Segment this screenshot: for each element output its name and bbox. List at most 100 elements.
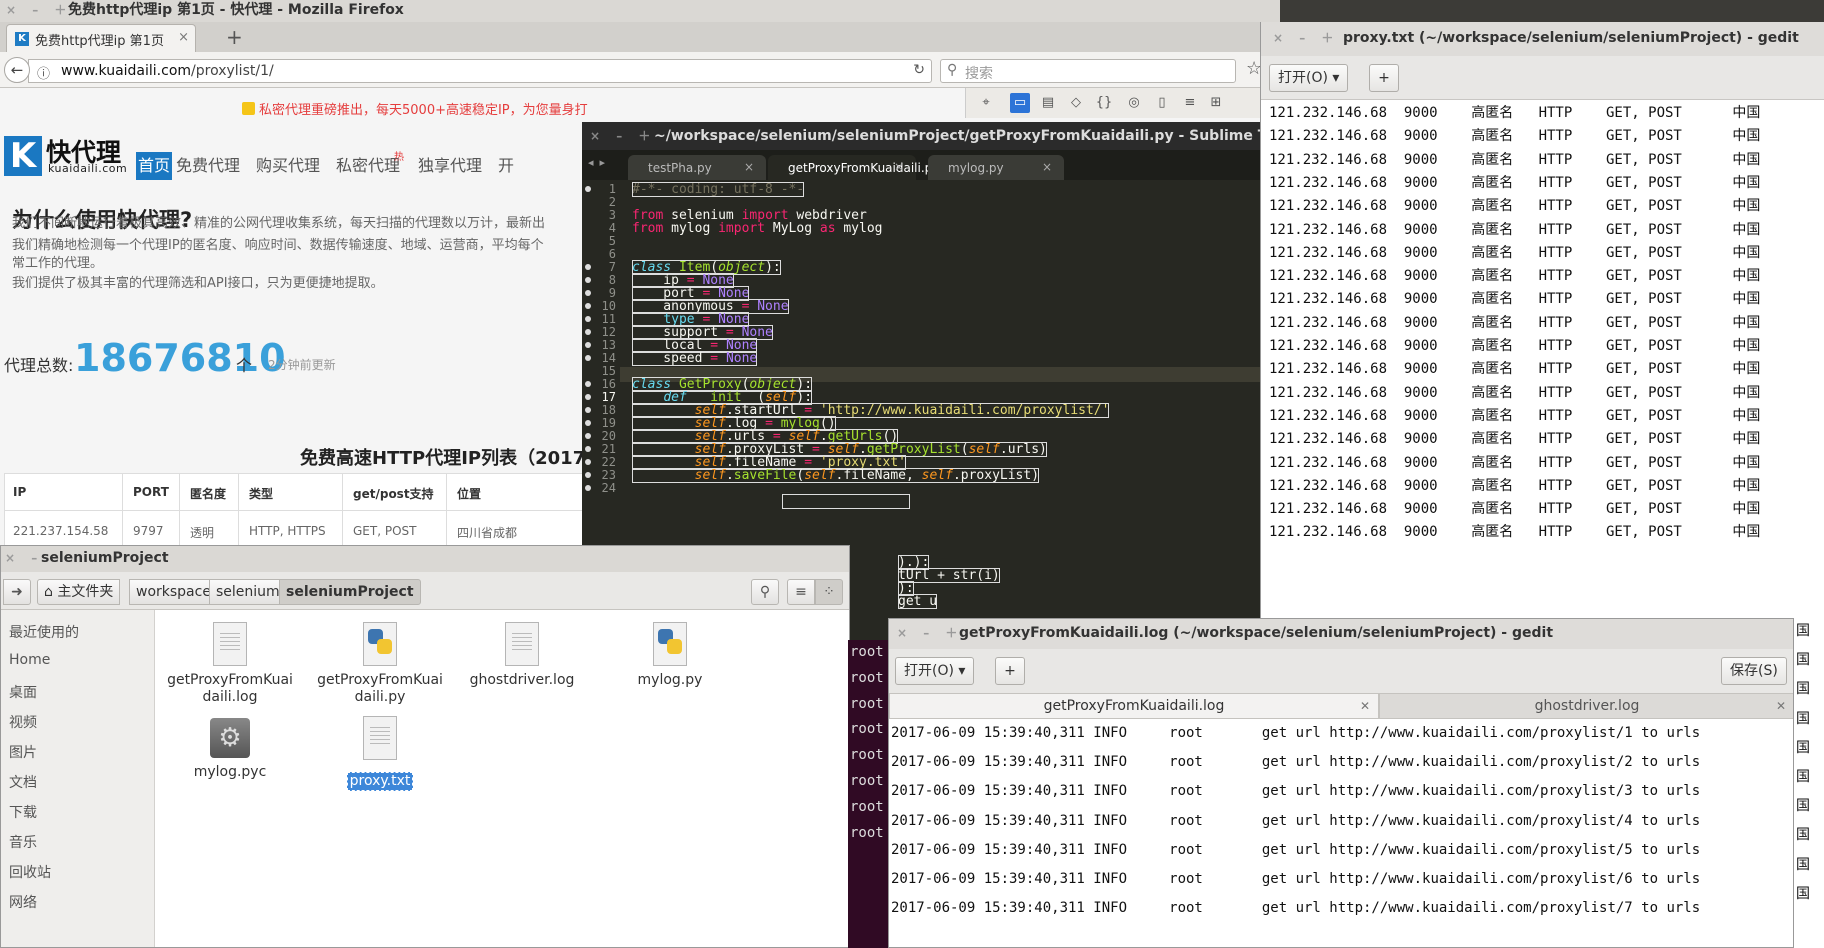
window-controls[interactable]: × – ＋ bbox=[6, 0, 72, 21]
nav-free-proxy[interactable]: 免费代理 bbox=[176, 152, 240, 180]
crumb-seleniumproject[interactable]: seleniumProject bbox=[279, 579, 421, 605]
open-button[interactable]: 打开(O) ▾ bbox=[1269, 64, 1349, 92]
open-button[interactable]: 打开(O) ▾ bbox=[895, 657, 975, 685]
window-controls[interactable]: × – ＋ bbox=[590, 122, 656, 150]
fold-marker-icon[interactable] bbox=[585, 394, 591, 400]
fold-marker-icon[interactable] bbox=[585, 303, 591, 309]
back-arrow-icon[interactable]: ← bbox=[4, 57, 30, 83]
line-number: 19 bbox=[601, 416, 616, 430]
fold-marker-icon[interactable] bbox=[585, 290, 591, 296]
sidebar-item-desktop[interactable]: 桌面 bbox=[9, 682, 37, 702]
fold-marker-icon[interactable] bbox=[585, 433, 591, 439]
tab-mylog[interactable]: mylog.py × bbox=[928, 155, 1064, 180]
file-name: mylog.pyc bbox=[193, 764, 267, 780]
performance-icon[interactable]: ▯ bbox=[1152, 93, 1172, 113]
browser-tab[interactable]: K 免费http代理ip 第1页 × bbox=[6, 24, 196, 52]
sidebar-item-music[interactable]: 音乐 bbox=[9, 832, 37, 852]
close-icon[interactable]: × bbox=[178, 30, 189, 45]
inspector-icon[interactable]: ⌖ bbox=[976, 93, 996, 113]
nav-private-proxy[interactable]: 私密代理 bbox=[336, 152, 400, 180]
close-icon[interactable]: ✕ bbox=[1776, 694, 1786, 718]
braces-icon[interactable]: {} bbox=[1094, 93, 1114, 113]
sidebar-item-home[interactable]: Home bbox=[9, 652, 50, 668]
window-controls[interactable]: × – bbox=[5, 546, 43, 571]
sidebar-item-network[interactable]: 网络 bbox=[9, 892, 37, 912]
close-icon[interactable]: ✕ bbox=[1360, 694, 1370, 718]
sidebar-item-downloads[interactable]: 下载 bbox=[9, 802, 37, 822]
console-icon[interactable]: ▤ bbox=[1038, 93, 1058, 113]
fold-marker-icon[interactable] bbox=[585, 407, 591, 413]
tab-ghostdriver-log[interactable]: ghostdriver.log ✕ bbox=[1379, 693, 1793, 719]
file-item-proxy-txt[interactable]: proxy.txt bbox=[305, 716, 455, 791]
nav-home[interactable]: 首页 bbox=[136, 152, 173, 180]
list-view-icon[interactable]: ≡ bbox=[787, 579, 815, 605]
new-tab-icon[interactable]: + bbox=[226, 25, 243, 49]
fold-marker-icon[interactable] bbox=[585, 316, 591, 322]
url-host: www.kuaidaili.com bbox=[61, 63, 192, 79]
info-icon[interactable]: ⓘ bbox=[37, 63, 50, 82]
proxy-line: 121.232.146.68 9000 高匿名 HTTP GET, POST 中… bbox=[1269, 477, 1761, 494]
menu-icon[interactable]: ≡ bbox=[1180, 93, 1200, 113]
tab-testpha[interactable]: testPha.py × bbox=[628, 155, 766, 180]
url-bar[interactable]: ⓘ www.kuaidaili.com/proxylist/1/ ↻ bbox=[28, 59, 932, 83]
crumb-workspace[interactable]: workspace bbox=[129, 579, 218, 605]
nav-exclusive-proxy[interactable]: 独享代理 bbox=[418, 152, 482, 180]
fold-marker-icon[interactable] bbox=[585, 277, 591, 283]
fold-marker-icon[interactable] bbox=[585, 381, 591, 387]
tab-getproxy-log[interactable]: getProxyFromKuaidaili.log ✕ bbox=[889, 693, 1379, 719]
label-icon[interactable]: ◇ bbox=[1066, 93, 1086, 113]
file-item-ghostdriver-log[interactable]: ghostdriver.log bbox=[447, 622, 597, 689]
log-line: 2017-06-09 15:39:40,311 INFO root get ur… bbox=[891, 812, 1701, 829]
search-icon[interactable]: ⚲ bbox=[751, 579, 779, 605]
sidebar-item-documents[interactable]: 文档 bbox=[9, 772, 37, 792]
fold-marker-icon[interactable] bbox=[585, 485, 591, 491]
gear-icon: ⚙ bbox=[210, 718, 250, 758]
close-icon[interactable]: × bbox=[744, 160, 754, 174]
sidebar-item-pictures[interactable]: 图片 bbox=[9, 742, 37, 762]
forward-arrow-icon[interactable]: ➜ bbox=[3, 579, 31, 605]
file-item-mylog-pyc[interactable]: ⚙ mylog.pyc bbox=[155, 718, 305, 781]
fold-marker-icon[interactable] bbox=[585, 459, 591, 465]
layout-icon[interactable]: ⊞ bbox=[1206, 93, 1226, 113]
reload-icon[interactable]: ↻ bbox=[913, 62, 925, 78]
close-icon[interactable]: × bbox=[894, 160, 904, 174]
tab-getproxy[interactable]: getProxyFromKuaidaili.py × bbox=[768, 155, 939, 180]
log-text-area[interactable]: 2017-06-09 15:39:40,311 INFO root get ur… bbox=[889, 719, 1793, 947]
tab-arrows-icon[interactable]: ◂▸ bbox=[588, 156, 611, 169]
fold-marker-icon[interactable] bbox=[585, 472, 591, 478]
search-input[interactable]: ⚲ 搜索 bbox=[940, 59, 1236, 83]
file-item-getproxy-py[interactable]: getProxyFromKuai daili.py bbox=[305, 622, 455, 706]
sidebar-item-trash[interactable]: 回收站 bbox=[9, 862, 51, 882]
fold-marker-icon[interactable] bbox=[585, 355, 591, 361]
crumb-home[interactable]: ⌂ 主文件夹 bbox=[37, 579, 121, 605]
responsive-icon[interactable]: ▭ bbox=[1010, 93, 1030, 113]
hot-badge: 热 bbox=[394, 152, 404, 163]
site-logo-icon[interactable]: K bbox=[4, 136, 42, 176]
window-controls[interactable]: × – ＋ bbox=[897, 619, 963, 648]
terminal-line: root bbox=[850, 747, 884, 764]
grid-view-icon[interactable]: ⁘ bbox=[815, 579, 843, 605]
save-button[interactable]: 保存(S) bbox=[1721, 657, 1787, 685]
new-document-button[interactable]: + bbox=[995, 657, 1025, 685]
line-number: 17 bbox=[601, 390, 616, 404]
fold-marker-icon[interactable] bbox=[585, 186, 591, 192]
close-icon[interactable]: × bbox=[1042, 160, 1052, 174]
fold-marker-icon[interactable] bbox=[585, 420, 591, 426]
new-document-button[interactable]: + bbox=[1369, 64, 1399, 92]
sidebar-item-videos[interactable]: 视频 bbox=[9, 712, 37, 732]
fold-marker-icon[interactable] bbox=[585, 342, 591, 348]
promo-banner[interactable]: 私密代理重磅推出，每天5000+高速稳定IP，为您量身打 bbox=[242, 99, 588, 118]
edge-glyph: 国 bbox=[1796, 652, 1810, 669]
crumb-selenium[interactable]: selenium bbox=[209, 579, 287, 605]
window-controls[interactable]: × – ＋ bbox=[1273, 22, 1339, 55]
sidebar-item-recent[interactable]: 最近使用的 bbox=[9, 622, 79, 642]
network-icon[interactable]: ◎ bbox=[1124, 93, 1144, 113]
nav-more[interactable]: 开 bbox=[498, 152, 514, 180]
file-item-getproxy-log[interactable]: getProxyFromKuai daili.log bbox=[155, 622, 305, 706]
line-number: 11 bbox=[601, 312, 616, 326]
file-item-mylog-py[interactable]: mylog.py bbox=[595, 622, 745, 689]
fold-marker-icon[interactable] bbox=[585, 446, 591, 452]
fold-marker-icon[interactable] bbox=[585, 264, 591, 270]
fold-marker-icon[interactable] bbox=[585, 329, 591, 335]
nav-buy-proxy[interactable]: 购买代理 bbox=[256, 152, 320, 180]
